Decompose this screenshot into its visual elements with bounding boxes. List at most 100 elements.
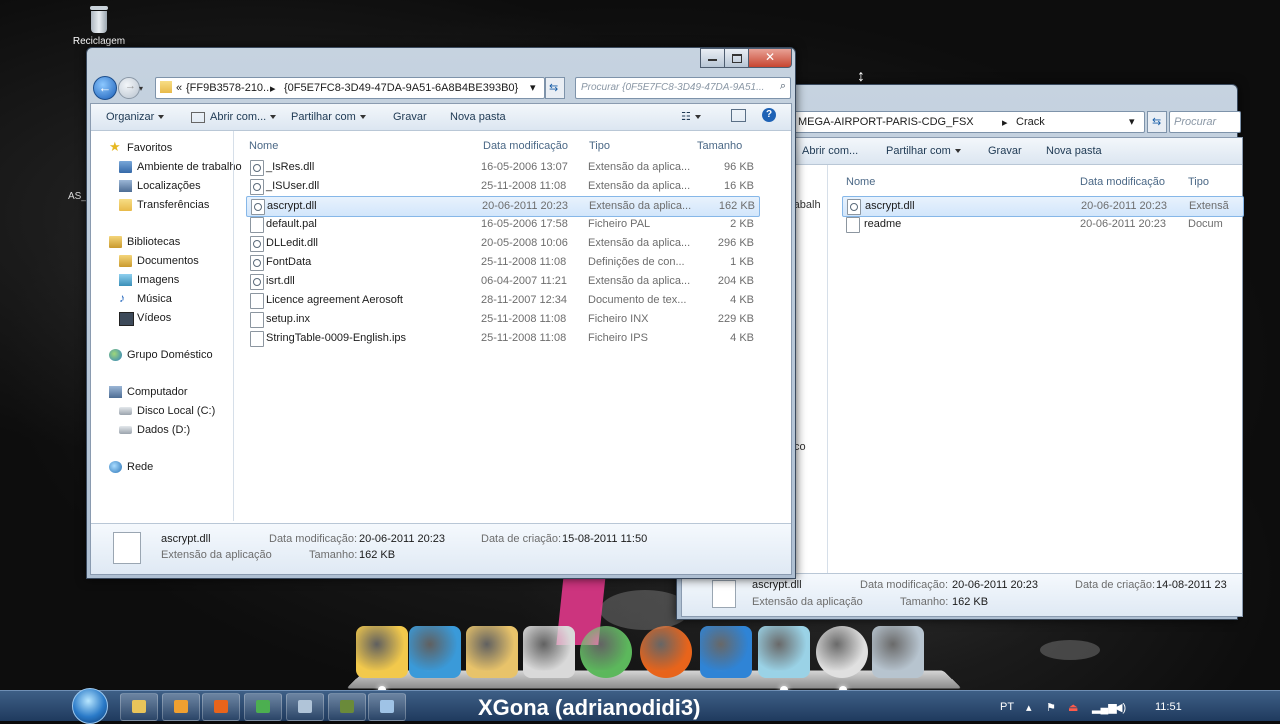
explorer-window-guid[interactable]: ✕ ← → ▾ « {FF9B3578-210... ▸ {0F5E7FC8-3… (86, 47, 796, 579)
column-header-type[interactable]: Tipo (589, 140, 610, 152)
taskbar-button[interactable] (368, 693, 406, 721)
column-header-name[interactable]: Nome (846, 176, 875, 188)
help-icon[interactable]: ? (762, 108, 776, 122)
view-options-icon[interactable]: ☷ (681, 110, 701, 123)
window-content: Organizar Abrir com... Partilhar com Gra… (90, 103, 792, 575)
column-header-date[interactable]: Data modificação (1080, 176, 1165, 188)
file-size: 4 KB (730, 332, 754, 344)
dock-messenger-icon[interactable] (580, 626, 632, 678)
network-icon (109, 461, 122, 473)
column-header-name[interactable]: Nome (249, 140, 278, 152)
dll-file-icon (250, 160, 264, 176)
desktop-recycle-bin[interactable]: Reciclagem (68, 6, 130, 47)
minimize-button[interactable] (700, 48, 726, 68)
forward-button[interactable]: → (118, 77, 140, 99)
details-created-value: 15-08-2011 11:50 (562, 533, 648, 545)
dock-firefox-icon[interactable] (640, 626, 692, 678)
back-button[interactable]: ← (93, 76, 117, 100)
show-hidden-icons[interactable]: ▴ (1026, 701, 1032, 714)
chevron-down-icon[interactable]: ▾ (1129, 115, 1135, 128)
address-bar[interactable]: MEGA-AIRPORT-PARIS-CDG_FSX ▸ Crack ▾ (793, 111, 1145, 133)
file-type: Extensão da aplica... (588, 237, 691, 249)
nav-item-label: Vídeos (137, 312, 172, 324)
volume-icon[interactable]: ◀) (1114, 701, 1126, 714)
desktop-icon-label: Reciclagem (72, 36, 126, 47)
search-input[interactable]: Procurar (1169, 111, 1241, 133)
burn-button[interactable]: Gravar (988, 145, 1022, 157)
file-date: 25-11-2008 11:08 (481, 256, 567, 268)
file-name: readme (864, 218, 902, 230)
usb-icon[interactable]: ⏏ (1068, 701, 1078, 714)
preview-pane-icon[interactable] (731, 109, 746, 122)
dock-notepad-icon[interactable] (758, 626, 810, 678)
address-bar[interactable]: « {FF9B3578-210... ▸ {0F5E7FC8-3D49-47DA… (155, 77, 545, 99)
taskbar-button[interactable] (120, 693, 158, 721)
refresh-button[interactable]: ⇆ (1147, 111, 1167, 133)
file-size: 162 KB (718, 200, 755, 212)
column-header-date[interactable]: Data modificação (483, 140, 568, 152)
network-icon[interactable]: ▂▄▆ (1092, 701, 1117, 714)
nav-item-label: Rede (127, 461, 154, 473)
file-row[interactable]: StringTable-0009-English.ips 25-11-2008 1… (246, 329, 758, 348)
text-file-icon (846, 217, 860, 233)
taskbar-button[interactable] (244, 693, 282, 721)
nav-item-label: Disco Local (C:) (137, 405, 216, 417)
column-header-size[interactable]: Tamanho (697, 140, 742, 152)
burn-button[interactable]: Gravar (393, 111, 427, 123)
breadcrumb-segment[interactable]: Crack (1016, 116, 1045, 128)
file-row[interactable]: _ISUser.dll 25-11-2008 11:08 Extensão da a… (246, 177, 758, 196)
start-button[interactable] (72, 688, 108, 724)
taskbar-button[interactable] (286, 693, 324, 721)
dock-folder-icon[interactable] (356, 626, 408, 678)
maximize-button[interactable] (724, 48, 750, 68)
file-row[interactable]: FontData 25-11-2008 11:08 Definições de co… (246, 253, 758, 272)
column-header-type[interactable]: Tipo (1188, 176, 1209, 188)
dock-chrome-icon[interactable] (816, 626, 868, 678)
new-folder-button[interactable]: Nova pasta (450, 111, 506, 123)
breadcrumb-segment[interactable]: {0F5E7FC8-3D49-47DA-9A51-6A8B4BE393B0} (284, 82, 518, 94)
dock-library-icon[interactable] (466, 626, 518, 678)
details-size-value: 162 KB (359, 549, 396, 561)
dock-documents-icon[interactable] (523, 626, 575, 678)
dock-flight-simulator-icon[interactable] (700, 626, 752, 678)
details-file-type: Extensão da aplicação (752, 596, 863, 608)
pane-divider (827, 165, 828, 575)
places-icon (119, 180, 132, 192)
flag-icon[interactable]: ⚑ (1046, 701, 1056, 714)
file-row[interactable]: Licence agreement Aerosoft 28-11-2007 12:… (246, 291, 758, 310)
file-row[interactable]: _IsRes.dll 16-05-2006 13:07 Extensão da ap… (246, 158, 758, 177)
dock-recycle-bin-icon[interactable] (872, 626, 924, 678)
close-button[interactable]: ✕ (748, 48, 792, 68)
file-row[interactable]: ascrypt.dll 20-06-2011 20:23 Extensão da a… (246, 196, 760, 217)
taskbar-button[interactable] (202, 693, 240, 721)
recent-pages-dropdown[interactable]: ▾ (139, 84, 143, 93)
file-row-readme[interactable]: readme 20-06-2011 20:23 Docum (842, 215, 1242, 234)
recycle-bin-icon (87, 6, 111, 34)
pane-divider (233, 131, 234, 521)
breadcrumb-segment[interactable]: {FF9B3578-210... (186, 82, 272, 94)
search-input[interactable]: Procurar {0F5E7FC8-3D49-47DA-9A51... ⌕ (575, 77, 791, 99)
open-with-button[interactable]: Abrir com... (802, 145, 858, 157)
taskbar-button[interactable] (328, 693, 366, 721)
command-bar: Organizar Abrir com... Partilhar com Gra… (91, 104, 791, 131)
file-row[interactable]: isrt.dll 06-04-2007 11:21 Extensão da apli… (246, 272, 758, 291)
file-row-ascrypt[interactable]: ascrypt.dll 20-06-2011 20:23 Extensã (842, 196, 1244, 217)
file-row[interactable]: default.pal 16-05-2006 17:58 Ficheiro PAL 2… (246, 215, 758, 234)
new-folder-button[interactable]: Nova pasta (1046, 145, 1102, 157)
dock-media-player-icon[interactable] (409, 626, 461, 678)
file-row[interactable]: DLLedit.dll 20-05-2008 10:06 Extensão da a… (246, 234, 758, 253)
breadcrumb-overflow[interactable]: « (176, 82, 182, 94)
dll-file-icon (113, 532, 141, 564)
refresh-button[interactable]: ⇆ (545, 77, 565, 99)
open-with-button[interactable]: Abrir com... (191, 111, 277, 123)
organize-button[interactable]: Organizar (106, 111, 165, 123)
language-indicator[interactable]: PT (1000, 701, 1014, 713)
breadcrumb-segment[interactable]: MEGA-AIRPORT-PARIS-CDG_FSX (798, 116, 974, 128)
share-with-button[interactable]: Partilhar com (886, 145, 961, 157)
clock[interactable]: 11:51 (1155, 701, 1182, 713)
file-size: 4 KB (730, 294, 754, 306)
taskbar-button[interactable] (162, 693, 200, 721)
share-with-button[interactable]: Partilhar com (291, 111, 366, 123)
file-row[interactable]: setup.inx 25-11-2008 11:08 Ficheiro INX 229… (246, 310, 758, 329)
chevron-down-icon[interactable]: ▾ (530, 81, 536, 94)
